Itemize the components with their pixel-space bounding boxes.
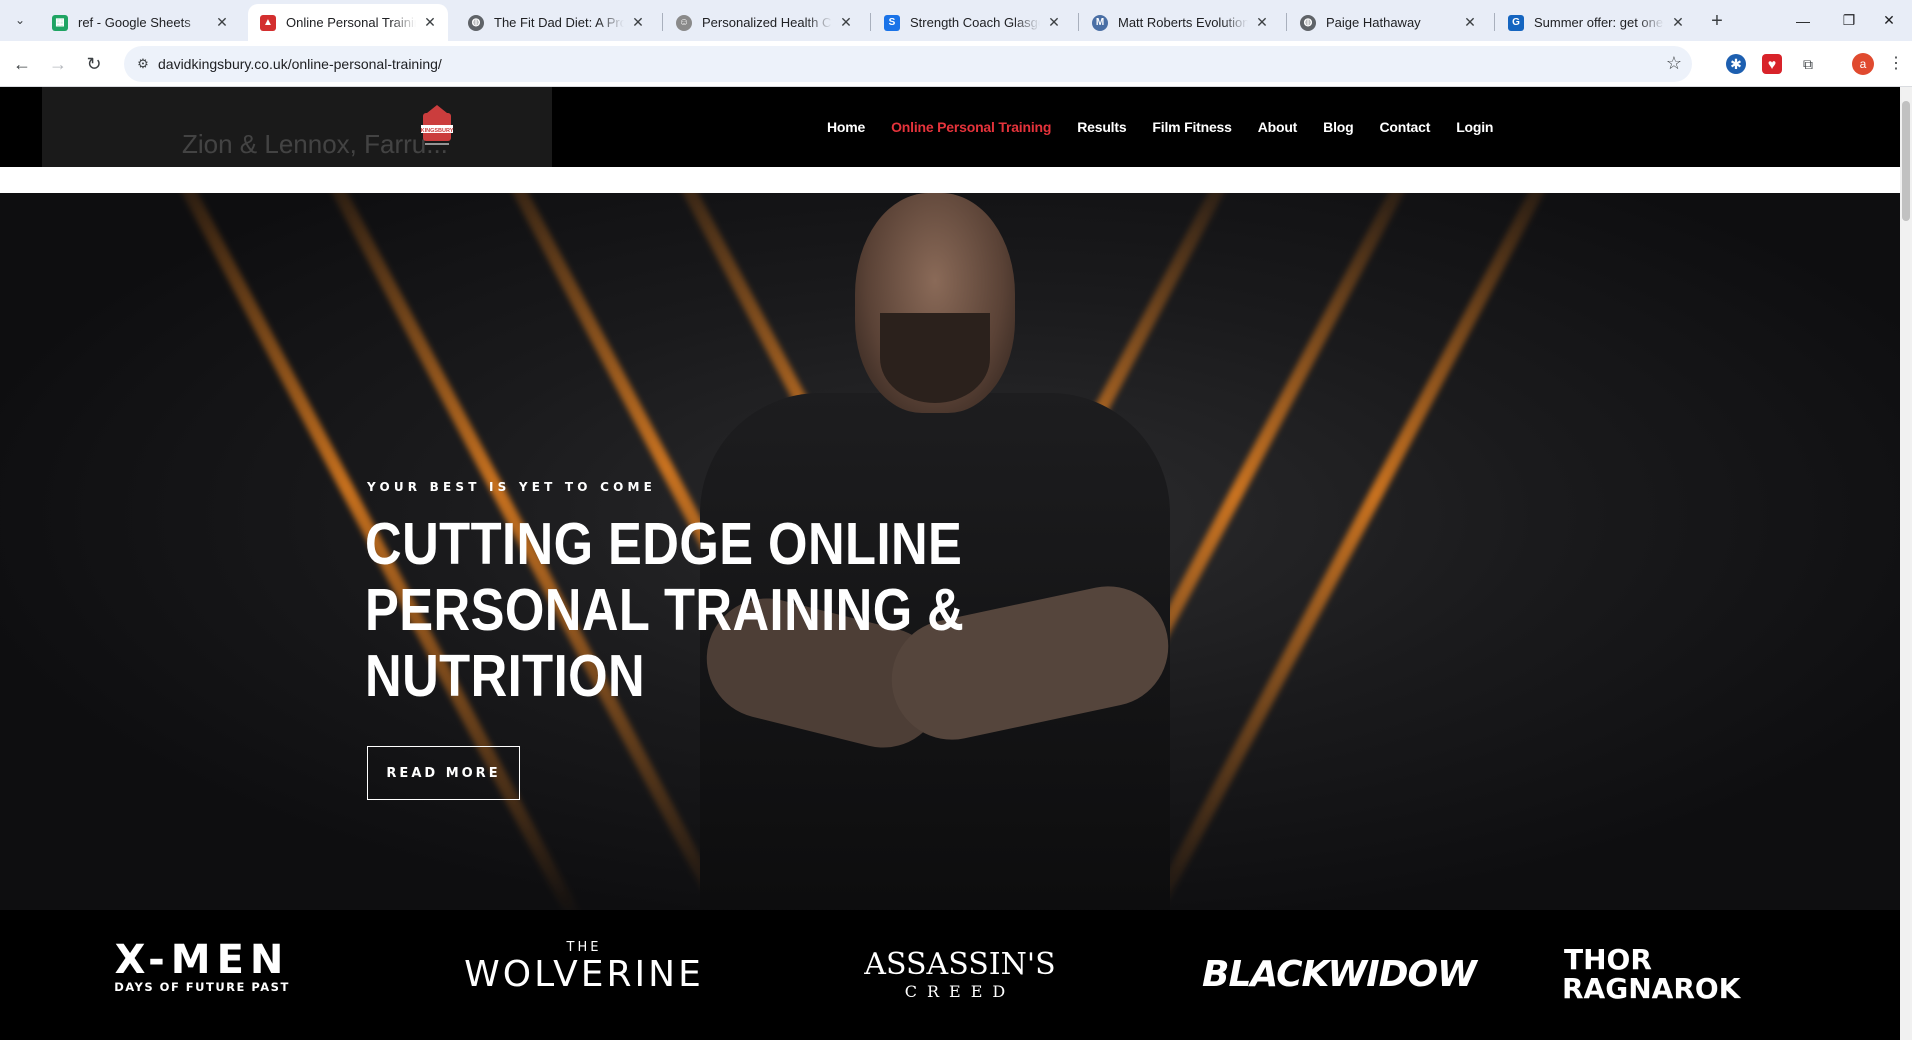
extensions-puzzle-icon[interactable]: ⧉	[1798, 54, 1818, 74]
hero-kicker: YOUR BEST IS YET TO COME	[367, 480, 657, 494]
tab-separator	[870, 13, 871, 31]
page-scrollbar[interactable]	[1900, 87, 1912, 1040]
brand-assassins-title: ASSASSIN'S	[864, 947, 1056, 982]
tab-separator	[1286, 13, 1287, 31]
brand-xmen-logo: X-MEN DAYS OF FUTURE PAST	[88, 940, 316, 994]
close-tab-icon[interactable]: ✕	[422, 14, 438, 31]
nav-home[interactable]: Home	[827, 119, 865, 135]
close-tab-icon[interactable]: ✕	[1046, 14, 1062, 31]
close-tab-icon[interactable]: ✕	[630, 14, 646, 31]
bookmark-star-icon[interactable]: ☆	[1666, 53, 1682, 74]
media-overlay-text: Zion & Lennox, Farru...	[182, 129, 448, 159]
tab-matt-roberts[interactable]: M Matt Roberts Evolution | ✕	[1080, 4, 1280, 41]
tab-google-sheets[interactable]: ▦ ref - Google Sheets ✕	[40, 4, 240, 41]
new-tab-icon[interactable]: +	[1704, 8, 1730, 34]
read-more-button[interactable]: READ MORE	[367, 746, 520, 800]
extension-vpn-icon[interactable]: ✱	[1726, 54, 1746, 74]
site-nav: Home Online Personal Training Results Fi…	[827, 87, 1493, 167]
url-text[interactable]: davidkingsbury.co.uk/online-personal-tra…	[158, 56, 442, 72]
scrollbar-thumb[interactable]	[1902, 101, 1910, 221]
tab-summer-offer[interactable]: G Summer offer: get one m ✕	[1496, 4, 1696, 41]
brand-thor-title: THOR	[1564, 943, 1652, 976]
close-window-icon[interactable]: ✕	[1866, 0, 1912, 41]
brand-black-widow-title: BLACKWIDOW	[1202, 954, 1477, 995]
trainer-photo-beard	[880, 313, 990, 403]
menu-kebab-icon[interactable]: ⋮	[1888, 53, 1904, 73]
back-icon[interactable]: ←	[8, 50, 36, 78]
close-tab-icon[interactable]: ✕	[1670, 14, 1686, 31]
tab-search-chevron-icon[interactable]: ⌄	[8, 8, 32, 32]
sheets-icon: ▦	[52, 14, 68, 31]
close-tab-icon[interactable]: ✕	[214, 14, 230, 31]
tab-separator	[1494, 13, 1495, 31]
browser-toolbar: ← → ↻ ⚙ davidkingsbury.co.uk/online-pers…	[0, 41, 1912, 87]
tab-strip: ⌄ ▦ ref - Google Sheets ✕ ▲ Online Perso…	[0, 0, 1912, 41]
extension-shield-icon[interactable]: ♥	[1762, 54, 1782, 74]
tab-fit-dad-diet[interactable]: ◍ The Fit Dad Diet: A Proven ✕	[456, 4, 656, 41]
close-tab-icon[interactable]: ✕	[838, 14, 854, 31]
hero-title-line: NUTRITION	[365, 643, 646, 709]
forward-icon[interactable]: →	[44, 50, 72, 78]
close-tab-icon[interactable]: ✕	[1254, 14, 1270, 31]
tab-personalized-health-coach[interactable]: ☺ Personalized Health Coach ✕	[664, 4, 864, 41]
site-info-icon[interactable]: ⚙	[134, 55, 152, 73]
tab-separator	[662, 13, 663, 31]
nav-login[interactable]: Login	[1456, 119, 1493, 135]
brand-thor-ragnarok-logo: THOR RAGNAROK	[1562, 946, 1812, 1004]
minimize-icon[interactable]: —	[1780, 0, 1826, 41]
brand-wolverine-the: THE	[566, 940, 602, 955]
brand-wolverine-title: WOLVERINE	[464, 954, 704, 995]
mr-icon: M	[1092, 14, 1108, 31]
coach-icon: ☺	[676, 14, 692, 31]
brand-assassins-creed-logo: ASSASSIN'S CREED	[862, 947, 1058, 1002]
hero-title: CUTTING EDGE ONLINE PERSONAL TRAINING & …	[365, 511, 984, 709]
globe-icon: ◍	[1300, 14, 1316, 31]
offer-icon: G	[1508, 14, 1524, 31]
nav-film-fitness[interactable]: Film Fitness	[1152, 119, 1231, 135]
header-spacer	[0, 167, 1900, 193]
s-icon: S	[884, 14, 900, 31]
address-bar[interactable]: ⚙ davidkingsbury.co.uk/online-personal-t…	[124, 46, 1692, 82]
nav-contact[interactable]: Contact	[1379, 119, 1430, 135]
brand-wolverine-logo: THE WOLVERINE	[428, 940, 740, 995]
close-tab-icon[interactable]: ✕	[1462, 14, 1478, 31]
globe-icon: ◍	[468, 14, 484, 31]
tab-strength-coach-glasgow[interactable]: S Strength Coach Glasgow ✕	[872, 4, 1072, 41]
hero-title-line: PERSONAL TRAINING &	[365, 577, 965, 643]
brand-xmen-subtitle: DAYS OF FUTURE PAST	[114, 980, 290, 994]
kingsbury-icon: ▲	[260, 14, 276, 31]
tab-online-personal-training[interactable]: ▲ Online Personal Training | ✕	[248, 4, 448, 41]
tab-paige-hathaway[interactable]: ◍ Paige Hathaway ✕	[1288, 4, 1488, 41]
reload-icon[interactable]: ↻	[80, 50, 108, 78]
brand-xmen-title: X-MEN	[114, 937, 290, 983]
site-header: KINGSBURY Zion & Lennox, Farru... Home O…	[0, 87, 1900, 191]
hero-title-line: CUTTING EDGE ONLINE	[365, 511, 963, 577]
nav-results[interactable]: Results	[1077, 119, 1126, 135]
nav-blog[interactable]: Blog	[1323, 119, 1354, 135]
tab-separator	[1078, 13, 1079, 31]
nav-about[interactable]: About	[1258, 119, 1298, 135]
page-viewport: KINGSBURY Zion & Lennox, Farru... Home O…	[0, 87, 1912, 1040]
brand-assassins-subtitle: CREED	[904, 982, 1016, 1001]
brand-black-widow-logo: BLACKWIDOW	[1202, 954, 1477, 995]
hero-section: YOUR BEST IS YET TO COME CUTTING EDGE ON…	[0, 193, 1900, 910]
brand-ragnarok-title: RAGNAROK	[1562, 972, 1741, 1005]
profile-avatar[interactable]: a	[1852, 53, 1874, 75]
nav-online-personal-training[interactable]: Online Personal Training	[891, 119, 1051, 135]
film-brands-strip: X-MEN DAYS OF FUTURE PAST THE WOLVERINE …	[0, 910, 1900, 1040]
